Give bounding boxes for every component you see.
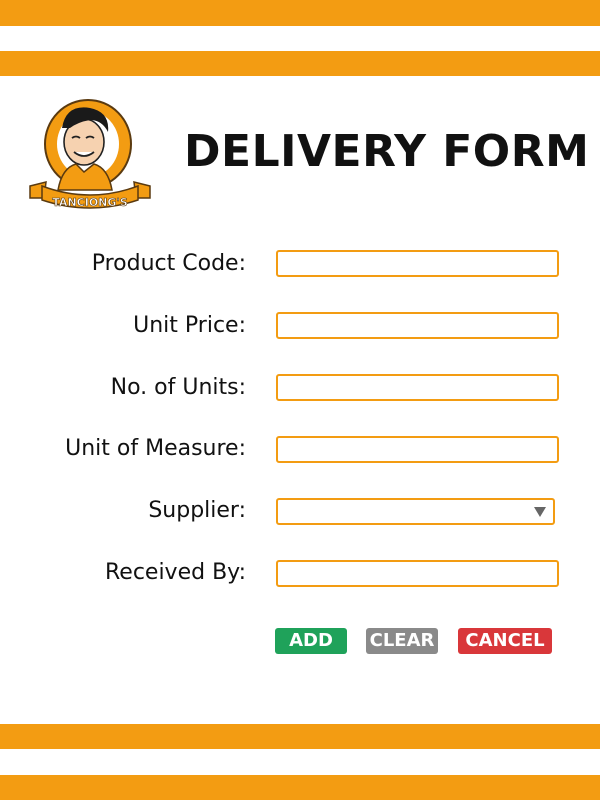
product-code-label: Product Code: (91, 251, 246, 276)
top-stripe (0, 0, 600, 26)
unit-price-label: Unit Price: (133, 313, 246, 338)
chevron-down-icon[interactable] (534, 507, 546, 517)
tanciongs-logo: TANCIONG'S (26, 98, 156, 216)
clear-button[interactable]: CLEAR (366, 628, 438, 654)
product-code-input[interactable] (276, 250, 559, 277)
received-by-label: Received By: (104, 560, 246, 585)
bottom-stripe-secondary (0, 724, 600, 749)
unit-price-input[interactable] (276, 312, 559, 339)
top-stripe-secondary (0, 51, 600, 76)
add-button[interactable]: ADD (275, 628, 347, 654)
no-of-units-label: No. of Units: (110, 375, 246, 400)
no-of-units-input[interactable] (276, 374, 559, 401)
unit-of-measure-label: Unit of Measure: (65, 436, 246, 461)
received-by-input[interactable] (276, 560, 559, 587)
cancel-button[interactable]: CANCEL (458, 628, 552, 654)
bottom-stripe (0, 775, 600, 800)
page-title: DELIVERY FORM (184, 126, 590, 177)
unit-of-measure-input[interactable] (276, 436, 559, 463)
svg-text:TANCIONG'S: TANCIONG'S (52, 196, 127, 209)
supplier-select[interactable] (276, 498, 555, 525)
supplier-label: Supplier: (148, 498, 246, 523)
